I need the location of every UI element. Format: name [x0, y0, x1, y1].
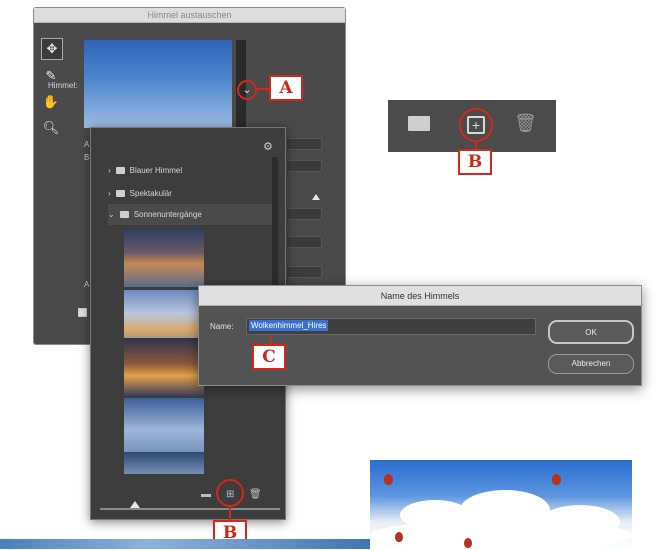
sky-dropdown-chevron-icon[interactable]: ⌄ [237, 80, 257, 100]
output-checkbox[interactable] [78, 308, 87, 317]
trash-icon[interactable]: 🗑︎ [514, 113, 537, 134]
dialog-field[interactable] [286, 266, 322, 278]
folder-icon [115, 167, 125, 174]
zoom-tool-icon[interactable]: 🔍︎ [41, 118, 61, 138]
folder-icon [115, 190, 125, 197]
thumbnail-size-slider[interactable] [100, 508, 280, 510]
cancel-button[interactable]: Abbrechen [548, 354, 634, 374]
new-folder-icon[interactable]: ▬ [201, 489, 211, 500]
folder-label: Blauer Himmel [129, 166, 183, 175]
folder-row-sunsets[interactable]: ⌄ Sonnenuntergänge [108, 204, 273, 225]
sky-label: Himmel: [48, 81, 78, 90]
folder-icon[interactable] [406, 112, 432, 131]
move-tool-icon[interactable]: ✥ [41, 38, 63, 60]
dialog-title: Himmel austauschen [34, 8, 345, 23]
dialog-slider-knob[interactable] [312, 194, 320, 200]
folder-open-icon [119, 211, 129, 218]
dialog-field[interactable] [286, 138, 322, 150]
chevron-right-icon: › [108, 166, 111, 175]
name-label: Name: [210, 322, 234, 331]
sky-thumbnail[interactable] [124, 452, 204, 474]
slider-knob[interactable] [130, 501, 140, 508]
callout-c: C [252, 344, 286, 370]
sky-thumbnail[interactable] [124, 338, 204, 396]
callout-b-top: B [458, 149, 492, 175]
sky-thumbnail[interactable] [124, 398, 204, 456]
sky-preview-thumbnail[interactable] [84, 40, 232, 128]
trash-icon[interactable]: 🗑︎ [249, 489, 262, 500]
folder-label: Spektakulär [129, 189, 172, 198]
row-letter-b: B [84, 153, 90, 162]
chevron-right-icon: › [108, 189, 111, 198]
ok-button[interactable]: OK [548, 320, 634, 344]
dialog-field[interactable] [286, 160, 322, 172]
balloon [552, 474, 561, 485]
cloud-shape [370, 520, 632, 550]
callout-connector [257, 88, 269, 90]
row-letter-bottom: A [84, 280, 90, 289]
folder-row-spectacular[interactable]: › Spektakulär [108, 183, 273, 204]
highlight-circle-new-sky [216, 479, 244, 507]
sky-photo [370, 460, 632, 550]
callout-a: A [269, 75, 303, 101]
row-letter-a: A [84, 140, 90, 149]
name-input-value[interactable]: Wolkenhimmel_Hires [249, 320, 329, 331]
callout-connector [229, 507, 231, 520]
tool-column: ✥ ✎ ✋ 🔍︎ [41, 38, 63, 144]
balloon [464, 538, 472, 548]
chevron-down-icon: ⌄ [108, 210, 115, 219]
hand-tool-icon[interactable]: ✋ [41, 92, 61, 112]
balloon [384, 474, 393, 485]
balloon [395, 532, 403, 542]
dialog-field[interactable] [286, 236, 322, 248]
sky-thumbnail[interactable] [124, 229, 204, 287]
photo-strip [0, 539, 370, 549]
folder-label: Sonnenuntergänge [133, 210, 202, 219]
folder-row-blue-sky[interactable]: › Blauer Himmel [108, 160, 273, 181]
dialog-field[interactable] [286, 208, 322, 220]
gear-icon[interactable]: ⚙ [263, 140, 273, 153]
plus-square-icon[interactable]: + [467, 116, 485, 134]
dialog-title: Name des Himmels [199, 286, 641, 306]
callout-connector [270, 336, 272, 344]
